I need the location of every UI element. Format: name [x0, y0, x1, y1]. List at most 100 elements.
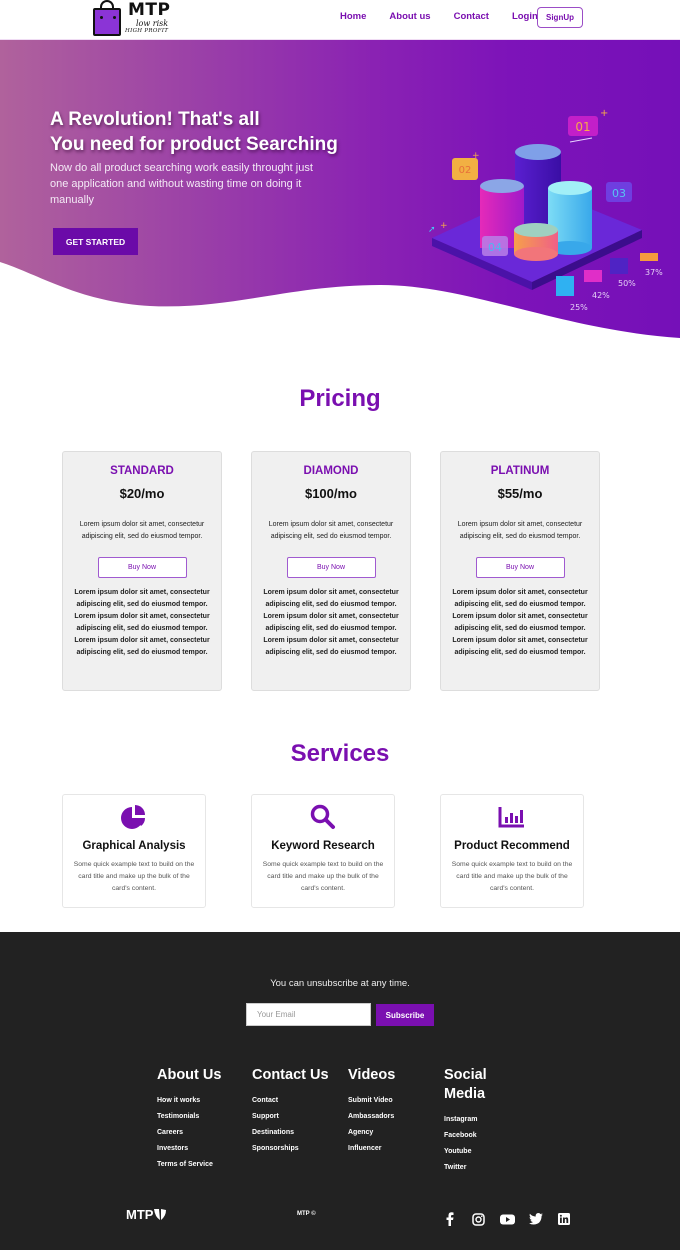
hero-title: A Revolution! That's all You need for pr… [50, 107, 370, 157]
footer-link[interactable]: Destinations [252, 1125, 342, 1141]
services-title: Services [290, 740, 390, 767]
plan-name: PLATINUM [490, 465, 550, 477]
hero-section: A Revolution! That's all You need for pr… [0, 40, 680, 340]
footer-link[interactable]: Instagram [444, 1112, 504, 1128]
plan-features: Lorem ipsum dolor sit amet, consectetur … [452, 589, 588, 656]
nav-links: Home About us Contact Login [340, 11, 561, 22]
footer-link[interactable]: Testimonials [157, 1109, 247, 1125]
footer-link[interactable]: Agency [348, 1125, 438, 1141]
footer: You can unsubscribe at any time. Subscri… [0, 932, 680, 1250]
plan-description: Lorem ipsum dolor sit amet, consectetur … [457, 521, 583, 540]
buy-now-button[interactable]: Buy Now [475, 557, 565, 578]
logo-brand: MTP [128, 0, 171, 20]
service-description: Some quick example text to build on the … [262, 861, 384, 892]
service-title: Graphical Analysis [82, 840, 186, 852]
twitter-icon[interactable] [528, 1211, 544, 1227]
cube-orange [640, 253, 658, 261]
sparkle-icon: + [472, 151, 480, 161]
plan-features: Lorem ipsum dolor sit amet, consectetur … [263, 589, 399, 656]
cylinder-orange [514, 223, 558, 261]
footer-link[interactable]: Facebook [444, 1128, 504, 1144]
bar-chart-icon [498, 807, 524, 828]
cube-purple [610, 258, 628, 274]
sparkle-icon: + [600, 108, 608, 119]
footer-logo[interactable]: MTP [126, 1207, 167, 1222]
plan-features: Lorem ipsum dolor sit amet, consectetur … [74, 589, 210, 656]
logo[interactable]: MTP low risk HIGH PROFIT [92, 0, 182, 38]
isometric-chart-illustration: 01 02 03 04 25% 42% 50% 37% + + + ➚ [428, 108, 663, 312]
youtube-icon[interactable] [499, 1211, 515, 1227]
plan-price: $55/mo [497, 486, 543, 501]
footer-link[interactable]: Sponsorships [252, 1141, 342, 1157]
plan-name: DIAMOND [303, 465, 359, 477]
sparkle-icon: + [440, 221, 448, 231]
logo-mark-icon [154, 1209, 167, 1220]
search-icon [310, 804, 335, 829]
arrow-icon: ➚ [428, 225, 436, 235]
subscribe-button[interactable]: Subscribe [376, 1004, 434, 1026]
get-started-button[interactable]: GET STARTED [53, 228, 138, 255]
pricing-title: Pricing [299, 385, 381, 412]
svg-text:04: 04 [488, 241, 502, 254]
pct-50: 50% [618, 279, 636, 288]
cube-cyan [556, 276, 574, 296]
nav-home[interactable]: Home [340, 11, 366, 22]
pct-42: 42% [592, 291, 610, 300]
hero-title-line-1: A Revolution! That's all [50, 109, 260, 130]
label-01: 01 [568, 116, 598, 143]
navbar: MTP low risk HIGH PROFIT Home About us C… [0, 0, 680, 40]
footer-link[interactable]: Contact [252, 1093, 342, 1109]
plan-description: Lorem ipsum dolor sit amet, consectetur … [268, 521, 394, 540]
logo-tagline-2: HIGH PROFIT [125, 28, 169, 34]
label-04: 04 [482, 236, 508, 256]
footer-link[interactable]: Investors [157, 1141, 247, 1157]
footer-link[interactable]: Influencer [348, 1141, 438, 1157]
footer-column-contact: Contact Us Contact Support Destinations … [252, 1066, 342, 1157]
footer-column-title: Social Media [444, 1067, 487, 1102]
service-card-graphical-analysis: Graphical Analysis Some quick example te… [62, 794, 206, 908]
hero-title-line-2: You need for product Searching [50, 134, 338, 155]
footer-link[interactable]: Careers [157, 1125, 247, 1141]
pct-25: 25% [570, 303, 588, 312]
service-title: Product Recommend [454, 840, 570, 852]
buy-now-button[interactable]: Buy Now [97, 557, 187, 578]
price-card-diamond: DIAMOND $100/mo Lorem ipsum dolor sit am… [251, 451, 411, 691]
instagram-icon[interactable] [471, 1211, 487, 1227]
footer-link[interactable]: Support [252, 1109, 342, 1125]
pie-chart-icon [121, 805, 145, 829]
service-card-product-recommend: Product Recommend Some quick example tex… [440, 794, 584, 908]
price-card-platinum: PLATINUM $55/mo Lorem ipsum dolor sit am… [440, 451, 600, 691]
facebook-icon[interactable] [442, 1211, 458, 1227]
nav-about[interactable]: About us [389, 11, 430, 22]
footer-brand: MTP [126, 1207, 154, 1222]
service-card-keyword-research: Keyword Research Some quick example text… [251, 794, 395, 908]
price-card-standard: STANDARD $20/mo Lorem ipsum dolor sit am… [62, 451, 222, 691]
buy-now-button[interactable]: Buy Now [286, 557, 376, 578]
unsubscribe-note: You can unsubscribe at any time. [270, 978, 410, 989]
footer-column-title: Videos [348, 1067, 396, 1083]
cube-pink [584, 270, 602, 282]
logo-tagline-1: low risk [136, 19, 169, 28]
nav-contact[interactable]: Contact [454, 11, 489, 22]
social-icons [442, 1211, 585, 1227]
footer-link[interactable]: Terms of Service [157, 1157, 247, 1173]
footer-link[interactable]: How it works [157, 1093, 247, 1109]
service-description: Some quick example text to build on the … [451, 861, 573, 892]
service-title: Keyword Research [271, 840, 375, 852]
footer-link[interactable]: Submit Video [348, 1093, 438, 1109]
footer-link[interactable]: Twitter [444, 1160, 504, 1176]
footer-column-social: Social Media Instagram Facebook Youtube … [444, 1066, 504, 1176]
copyright: MTP © [297, 1211, 316, 1217]
pct-37: 37% [645, 268, 663, 277]
label-03: 03 [606, 182, 632, 202]
email-input[interactable] [246, 1003, 371, 1026]
svg-text:02: 02 [459, 165, 472, 176]
footer-column-title: Contact Us [252, 1067, 329, 1083]
nav-login[interactable]: Login [512, 11, 538, 22]
linkedin-icon[interactable] [556, 1211, 572, 1227]
footer-column-about: About Us How it works Testimonials Caree… [157, 1066, 247, 1173]
signup-button[interactable]: SignUp [537, 7, 583, 28]
footer-link[interactable]: Youtube [444, 1144, 504, 1160]
footer-column-title: About Us [157, 1067, 222, 1083]
footer-link[interactable]: Ambassadors [348, 1109, 438, 1125]
